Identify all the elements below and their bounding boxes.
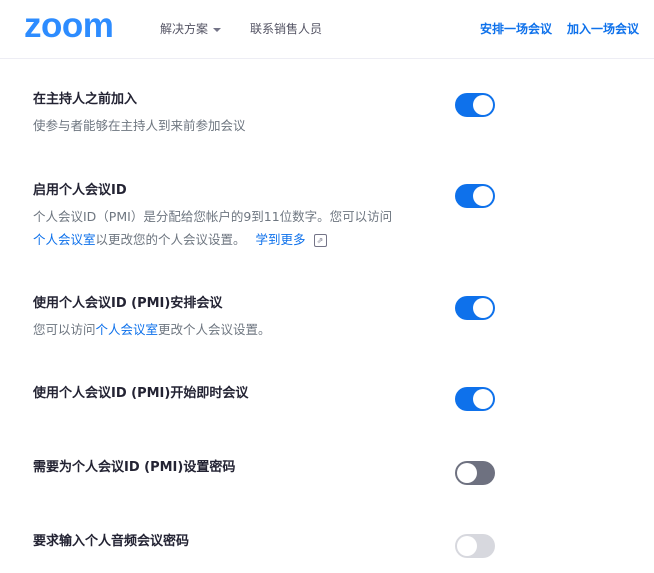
description-text: 您可以访问 [33,322,96,337]
setting-join-before-host: 在主持人之前加入 使参与者能够在主持人到来前参加会议 [33,91,443,137]
nav-solutions-menu[interactable]: 解决方案 [160,20,222,37]
setting-audio-password: 要求输入个人音频会议密码 [33,533,443,551]
schedule-meeting-link[interactable]: 安排一场会议 [480,20,552,37]
setting-title: 要求输入个人音频会议密码 [33,534,190,549]
setting-enable-pmi: 启用个人会议ID 个人会议ID（PMI）是分配给您帐户的9到11位数字。您可以访… [33,182,443,251]
audio-password-toggle[interactable] [455,534,495,558]
toggle-knob [473,186,493,206]
setting-description: 个人会议ID（PMI）是分配给您帐户的9到11位数字。您可以访问 个人会议室以更… [33,205,443,251]
learn-more-link[interactable]: 学到更多 [256,232,306,247]
setting-title: 使用个人会议ID (PMI)安排会议 [33,296,223,311]
setting-use-pmi-instant: 使用个人会议ID (PMI)开始即时会议 [33,385,443,403]
setting-title: 需要为个人会议ID (PMI)设置密码 [33,460,236,475]
personal-meeting-room-link[interactable]: 个人会议室 [33,232,96,247]
use-pmi-instant-toggle[interactable] [455,387,495,411]
use-pmi-schedule-toggle[interactable] [455,296,495,320]
enable-pmi-toggle[interactable] [455,184,495,208]
toggle-knob [473,95,493,115]
zoom-logo[interactable]: zoom [24,6,114,46]
description-text-after: 更改个人会议设置。 [158,322,271,337]
toggle-knob [473,298,493,318]
setting-description: 使参与者能够在主持人到来前参加会议 [33,118,246,133]
nav-contact-sales[interactable]: 联系销售人员 [250,20,322,37]
setting-pmi-password: 需要为个人会议ID (PMI)设置密码 [33,459,443,477]
setting-use-pmi-schedule: 使用个人会议ID (PMI)安排会议 您可以访问个人会议室更改个人会议设置。 [33,295,443,341]
toggle-knob [457,463,477,483]
setting-title: 启用个人会议ID [33,183,127,198]
setting-title: 在主持人之前加入 [33,92,138,107]
toggle-knob [473,389,493,409]
join-before-host-toggle[interactable] [455,93,495,117]
setting-title: 使用个人会议ID (PMI)开始即时会议 [33,386,249,401]
nav-solutions-label: 解决方案 [160,22,209,36]
join-meeting-link[interactable]: 加入一场会议 [567,20,639,37]
pmi-password-toggle[interactable] [455,461,495,485]
description-text: 个人会议ID（PMI）是分配给您帐户的9到11位数字。您可以访问 [33,209,393,224]
setting-description: 您可以访问个人会议室更改个人会议设置。 [33,318,443,341]
description-text-after: 以更改您的个人会议设置。 [95,232,246,247]
external-link-icon[interactable]: ⇗ [313,234,327,247]
toggle-knob [457,536,477,556]
personal-meeting-room-link[interactable]: 个人会议室 [96,322,159,337]
chevron-down-icon [213,27,222,32]
top-header: zoom 解决方案 联系销售人员 安排一场会议 加入一场会议 [0,0,654,59]
